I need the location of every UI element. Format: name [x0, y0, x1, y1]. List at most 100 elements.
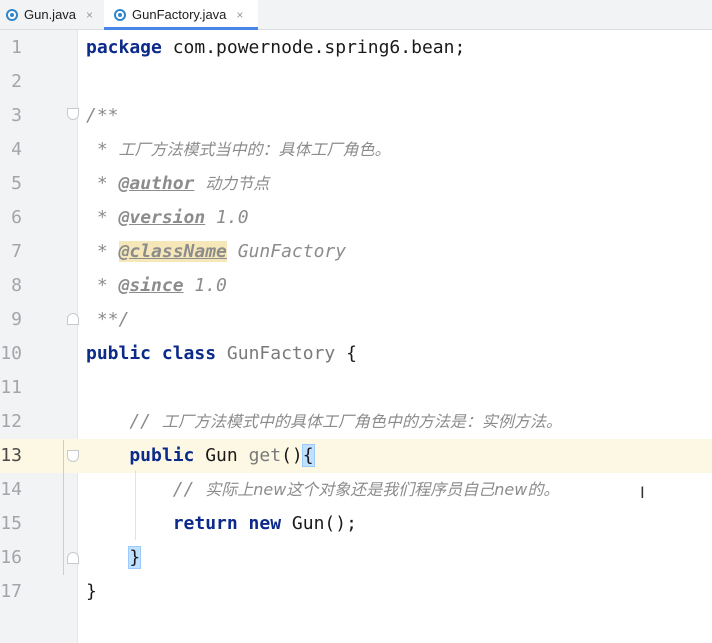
code-line[interactable]: 11: [0, 371, 712, 405]
fold-marker-icon[interactable]: [67, 450, 79, 462]
token-plain: Gun: [205, 445, 249, 466]
token-cmt: *: [86, 241, 119, 262]
token-tag: @version: [118, 207, 206, 228]
code-line[interactable]: 1 package com.powernode.spring6.bean;: [0, 31, 712, 65]
code-text: // 实际上new这个对象还是我们程序员自己new的。: [86, 473, 560, 507]
code-text: * @version 1.0: [86, 201, 249, 235]
token-plain: (): [281, 445, 303, 466]
line-number: 8: [11, 275, 22, 296]
java-class-icon: [6, 8, 18, 21]
code-line[interactable]: 13 public Gun get(){: [0, 439, 712, 473]
line-number: 14: [0, 479, 22, 500]
token-cmt: *: [86, 275, 119, 296]
tab-gun-java[interactable]: Gun.java ×: [6, 0, 104, 29]
tab-label: Gun.java: [24, 7, 77, 22]
token-cn: 动力节点: [205, 174, 270, 193]
fold-marker-icon[interactable]: [67, 552, 79, 564]
token-plain: {: [335, 343, 357, 364]
token-cmt: GunFactory: [226, 241, 347, 262]
close-tab-icon[interactable]: ×: [236, 8, 243, 22]
code-line[interactable]: 17}: [0, 575, 712, 609]
code-text: * @author 动力节点: [86, 167, 269, 201]
token-cn: 实际上new这个对象还是我们程序员自己new的。: [205, 480, 560, 499]
code-text: public class GunFactory {: [86, 337, 357, 371]
code-text: * 工厂方法模式当中的：具体工厂角色。: [86, 133, 391, 167]
line-number: 16: [0, 547, 22, 568]
token-plain: com.powernode.spring6.bean;: [161, 37, 466, 58]
code-line[interactable]: 8 * @since 1.0: [0, 269, 712, 303]
token-plain: }: [86, 581, 97, 602]
code-line[interactable]: 6 * @version 1.0: [0, 201, 712, 235]
code-line[interactable]: 5 * @author 动力节点: [0, 167, 712, 201]
fold-marker-icon[interactable]: [67, 313, 79, 325]
line-number: 13: [0, 445, 22, 466]
code-text: }: [86, 541, 142, 575]
line-number: 10: [0, 343, 22, 364]
line-number: 12: [0, 411, 22, 432]
token-cls: GunFactory: [226, 343, 336, 364]
code-text: return new Gun();: [86, 507, 357, 541]
code-line[interactable]: 12 // 工厂方法模式中的具体工厂角色中的方法是：实例方法。: [0, 405, 712, 439]
token-cmt: //: [86, 411, 162, 432]
code-line[interactable]: 4 * 工厂方法模式当中的：具体工厂角色。: [0, 133, 712, 167]
token-cmt: //: [86, 479, 206, 500]
token-cmt: 1.0: [183, 275, 227, 296]
line-number: 11: [0, 377, 22, 398]
line-number: 4: [11, 139, 22, 160]
token-brace: }: [86, 546, 142, 569]
java-class-icon: [114, 8, 126, 21]
token-cmt: [194, 173, 205, 194]
line-number: 2: [11, 71, 22, 92]
code-text: // 工厂方法模式中的具体工厂角色中的方法是：实例方法。: [86, 405, 562, 439]
line-number: 5: [11, 173, 22, 194]
close-tab-icon[interactable]: ×: [86, 8, 93, 22]
code-line[interactable]: 10 public class GunFactory {: [0, 337, 712, 371]
token-cmt: *: [86, 207, 119, 228]
token-cmt: **/: [86, 309, 130, 330]
indent-guide: [135, 470, 136, 540]
tab-label: GunFactory.java: [132, 7, 227, 22]
matched-brace: }: [128, 546, 142, 569]
token-kw: package: [86, 37, 162, 58]
code-line[interactable]: 9 **/: [0, 303, 712, 337]
token-meth: get: [248, 445, 282, 466]
line-number: 7: [11, 241, 22, 262]
token-cn: 工厂方法模式中的具体工厂角色中的方法是：实例方法。: [161, 412, 562, 431]
code-text: }: [86, 575, 97, 609]
token-tag: @author: [118, 173, 195, 194]
line-number: 9: [11, 309, 22, 330]
code-text: * @since 1.0: [86, 269, 227, 303]
code-text: * @className GunFactory: [86, 235, 346, 269]
fold-marker-icon[interactable]: [67, 108, 79, 120]
code-line[interactable]: 3 /**: [0, 99, 712, 133]
line-number: 6: [11, 207, 22, 228]
token-brace: {: [301, 444, 315, 467]
editor-tab-bar: Gun.java × GunFactory.java ×: [0, 0, 712, 30]
code-line[interactable]: 7 * @className GunFactory: [0, 235, 712, 269]
code-text: **/: [86, 303, 130, 337]
code-text: /**: [86, 99, 119, 133]
code-text: package com.powernode.spring6.bean;: [86, 31, 465, 65]
line-number: 15: [0, 513, 22, 534]
token-kw: public: [86, 445, 206, 466]
code-line[interactable]: 2: [0, 65, 712, 99]
token-cmt: *: [86, 139, 119, 160]
token-plain: Gun();: [291, 513, 357, 534]
text-cursor-icon: I: [640, 483, 645, 502]
code-line[interactable]: 14 // 实际上new这个对象还是我们程序员自己new的。: [0, 473, 712, 507]
line-number: 1: [11, 37, 22, 58]
token-cmt: 1.0: [205, 207, 249, 228]
code-line[interactable]: 15 return new Gun();: [0, 507, 712, 541]
code-text: public Gun get(){: [86, 439, 315, 473]
token-cmt: *: [86, 173, 119, 194]
line-number: 17: [0, 581, 22, 602]
token-tagbox: @className: [118, 241, 227, 262]
matched-brace: {: [301, 444, 315, 467]
token-cn: 工厂方法模式当中的：具体工厂角色。: [118, 140, 391, 159]
indent-guide: [63, 440, 64, 575]
tab-gunfactory-java[interactable]: GunFactory.java ×: [104, 0, 258, 30]
token-kw: return new: [86, 513, 292, 534]
token-tag: @since: [118, 275, 184, 296]
code-line[interactable]: 16 }: [0, 541, 712, 575]
token-cmt: /**: [86, 105, 119, 126]
